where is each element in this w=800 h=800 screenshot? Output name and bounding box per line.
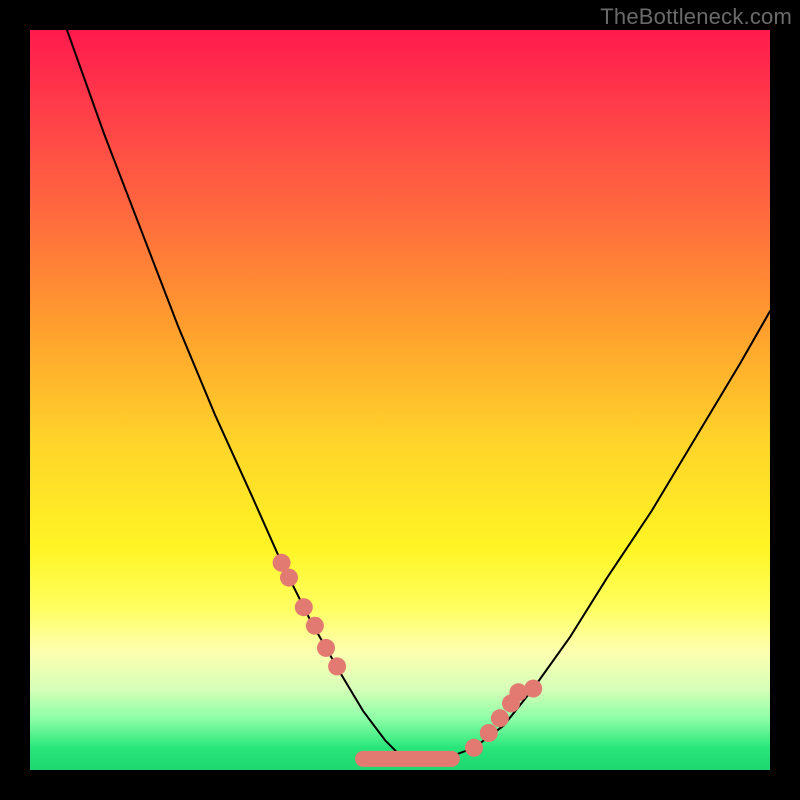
chart-svg [30,30,770,770]
highlight-dot [306,617,324,635]
highlight-dot [295,598,313,616]
watermark-text: TheBottleneck.com [600,4,792,30]
highlight-dot [317,639,335,657]
bottleneck-curve [67,30,770,759]
highlight-dot [280,569,298,587]
highlight-dot [328,657,346,675]
chart-stage: TheBottleneck.com [0,0,800,800]
highlight-dot [465,739,483,757]
highlight-dot [491,709,509,727]
highlight-dot [524,680,542,698]
highlight-markers [273,554,543,757]
highlight-dot [480,724,498,742]
plot-area [30,30,770,770]
